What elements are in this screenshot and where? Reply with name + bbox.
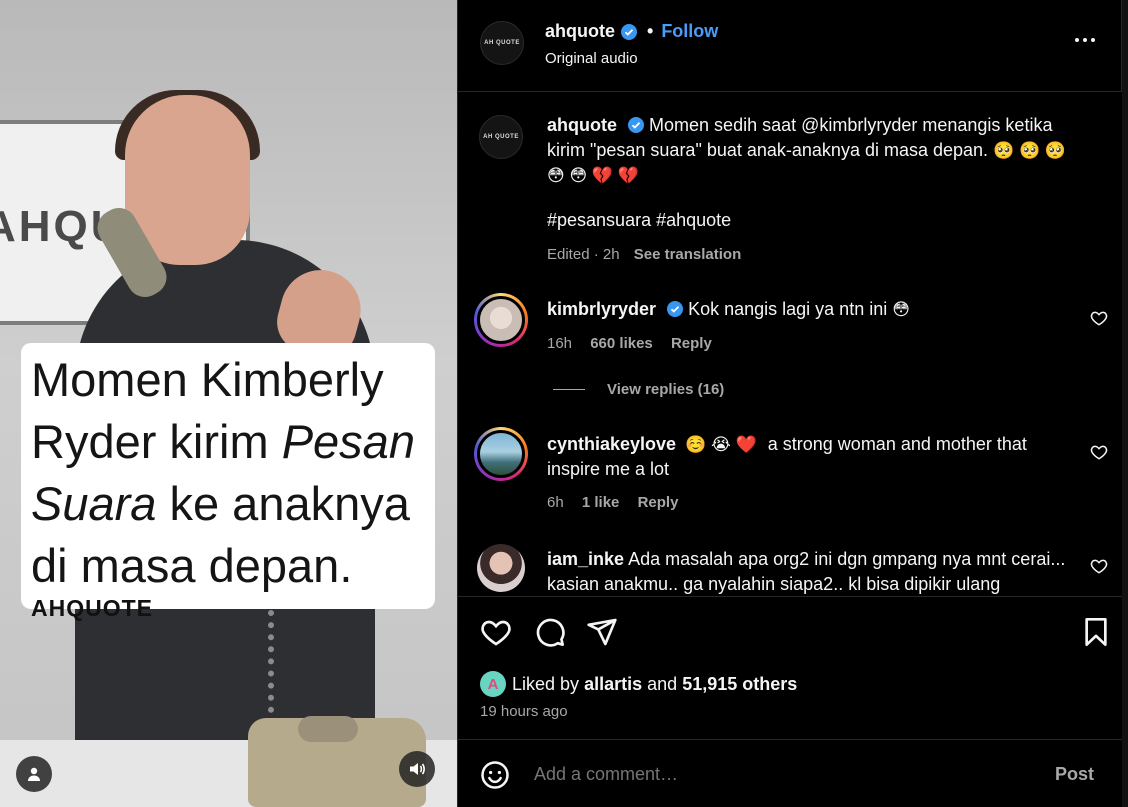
post-actions: A Liked by allartis and 51,915 others 19… — [458, 596, 1122, 807]
comment-time: 6h — [547, 494, 564, 511]
like-comment-heart-icon[interactable] — [1090, 309, 1108, 327]
comment-body: Kok nangis lagi ya ntn ini — [688, 299, 888, 319]
share-send-icon[interactable] — [586, 616, 618, 648]
comment-username[interactable]: cynthiakeylove — [547, 434, 676, 454]
caption-username[interactable]: ahquote — [547, 115, 617, 135]
commenter-avatar[interactable] — [474, 541, 528, 595]
liked-by-count[interactable]: 51,915 others — [682, 674, 797, 695]
verified-badge-icon — [621, 23, 637, 40]
caption-line-3: Suara ke anaknya — [31, 473, 425, 535]
author-name-row: ahquote • Follow — [545, 21, 718, 42]
post-timestamp[interactable]: 19 hours ago — [480, 703, 568, 720]
see-translation-button[interactable]: See translation — [634, 246, 742, 263]
emoji-picker-icon[interactable] — [480, 760, 510, 790]
caption-line-4: di masa depan. — [31, 539, 353, 592]
caption-line-2-text: Ryder kirim — [31, 415, 282, 468]
like-comment-heart-icon[interactable] — [1090, 557, 1108, 575]
commenter-avatar-image — [477, 430, 525, 478]
commenter-avatar[interactable] — [474, 293, 528, 347]
comment-meta: 6h 1 like Reply — [547, 494, 678, 511]
sound-toggle-button[interactable] — [399, 751, 435, 787]
post-header: AH QUOTE ahquote • Follow Original audio — [458, 0, 1122, 92]
user-tags-button[interactable] — [16, 756, 52, 792]
audio-link[interactable]: Original audio — [545, 50, 638, 67]
comment-input[interactable] — [534, 764, 1034, 785]
liked-by-user[interactable]: allartis — [584, 674, 642, 695]
liked-by-row[interactable]: A Liked by allartis and 51,915 others — [480, 671, 797, 697]
caption-text: ahquote Momen sedih saat @kimbrlyryder m… — [547, 113, 1087, 188]
caption-line-3-italic: Suara — [31, 477, 157, 530]
caption-line-3-text: ke anaknya — [156, 477, 410, 530]
more-dot-icon — [1075, 38, 1079, 42]
post-details-panel: AH QUOTE ahquote • Follow Original audio… — [457, 0, 1128, 807]
comment-meta: 16h 660 likes Reply — [547, 335, 712, 352]
author-avatar[interactable]: AH QUOTE — [480, 21, 524, 65]
author-username[interactable]: ahquote — [545, 21, 615, 42]
caption-hashtags[interactable]: #pesansuara #ahquote — [547, 210, 731, 231]
add-comment-bar: Post — [458, 739, 1122, 807]
reply-button[interactable]: Reply — [638, 494, 679, 511]
comment-emoji: 😳 — [892, 300, 910, 319]
liked-by-prefix: Liked by — [512, 673, 580, 694]
commenter-avatar-image — [477, 544, 525, 592]
comment-body: Ada masalah apa org2 ini dgn gmpang nya … — [547, 549, 1066, 594]
caption-brand: AHQUOTE — [31, 595, 153, 621]
caption-line-2: Ryder kirim Pesan — [31, 411, 425, 473]
caption-body: Momen sedih saat @kimbrlyryder menangis … — [547, 115, 1053, 160]
caption-line-2-italic: Pesan — [281, 415, 415, 468]
header-separator: • — [647, 21, 654, 41]
comment-time: 16h — [547, 335, 573, 352]
comments-section[interactable]: AH QUOTE ahquote Momen sedih saat @kimbr… — [458, 93, 1122, 595]
comment-likes[interactable]: 1 like — [582, 494, 620, 511]
speaker-icon — [410, 763, 425, 775]
like-heart-icon[interactable] — [480, 616, 512, 648]
person-icon — [28, 767, 40, 781]
comment-text: kimbrlyryder Kok nangis lagi ya ntn ini … — [547, 297, 1067, 322]
commenter-avatar-image — [477, 296, 525, 344]
caption-meta: Edited · 2h See translation — [547, 246, 741, 263]
liked-by-avatar[interactable]: A — [480, 671, 506, 697]
reply-button[interactable]: Reply — [671, 335, 712, 352]
phone-dial — [298, 716, 358, 742]
more-options-button[interactable] — [1075, 38, 1095, 42]
caption-author-avatar[interactable]: AH QUOTE — [479, 115, 523, 159]
commenter-avatar[interactable] — [474, 427, 528, 481]
comment-text: cynthiakeylove ☺️ 😭 ❤️ a strong woman an… — [547, 432, 1067, 482]
caption-edited-time: Edited · 2h — [547, 246, 620, 263]
more-dot-icon — [1091, 38, 1095, 42]
comment-username[interactable]: iam_inke — [547, 549, 624, 569]
save-bookmark-icon[interactable] — [1080, 616, 1112, 648]
replies-divider-line — [553, 389, 585, 390]
post-comment-button[interactable]: Post — [1055, 764, 1094, 785]
caption-line-1: Momen Kimberly — [31, 353, 384, 406]
phone-cord — [268, 610, 282, 725]
view-replies-label: View replies (16) — [607, 381, 725, 398]
comment-text: iam_inke Ada masalah apa org2 ini dgn gm… — [547, 547, 1067, 595]
follow-button[interactable]: Follow — [661, 21, 718, 42]
comment-likes[interactable]: 660 likes — [590, 335, 653, 352]
avatar-logo-text: AH QUOTE — [483, 134, 519, 140]
scrollbar[interactable] — [1122, 0, 1128, 807]
verified-badge-icon — [667, 301, 684, 317]
avatar-logo-text: AH QUOTE — [484, 40, 520, 46]
verified-badge-icon — [628, 117, 645, 133]
comment-bubble-icon[interactable] — [534, 616, 566, 648]
comment-username[interactable]: kimbrlyryder — [547, 299, 656, 319]
more-dot-icon — [1083, 38, 1087, 42]
video-caption-card: Momen Kimberly Ryder kirim Pesan Suara k… — [21, 343, 435, 621]
view-replies-button[interactable]: View replies (16) — [553, 381, 724, 398]
comment-emoji: ☺️ 😭 ❤️ — [685, 435, 757, 454]
post-media[interactable]: AHQUOTE Momen Kimberly Ryder kirim Pesan… — [0, 0, 457, 807]
like-comment-heart-icon[interactable] — [1090, 443, 1108, 461]
liked-by-and: and — [647, 673, 678, 694]
